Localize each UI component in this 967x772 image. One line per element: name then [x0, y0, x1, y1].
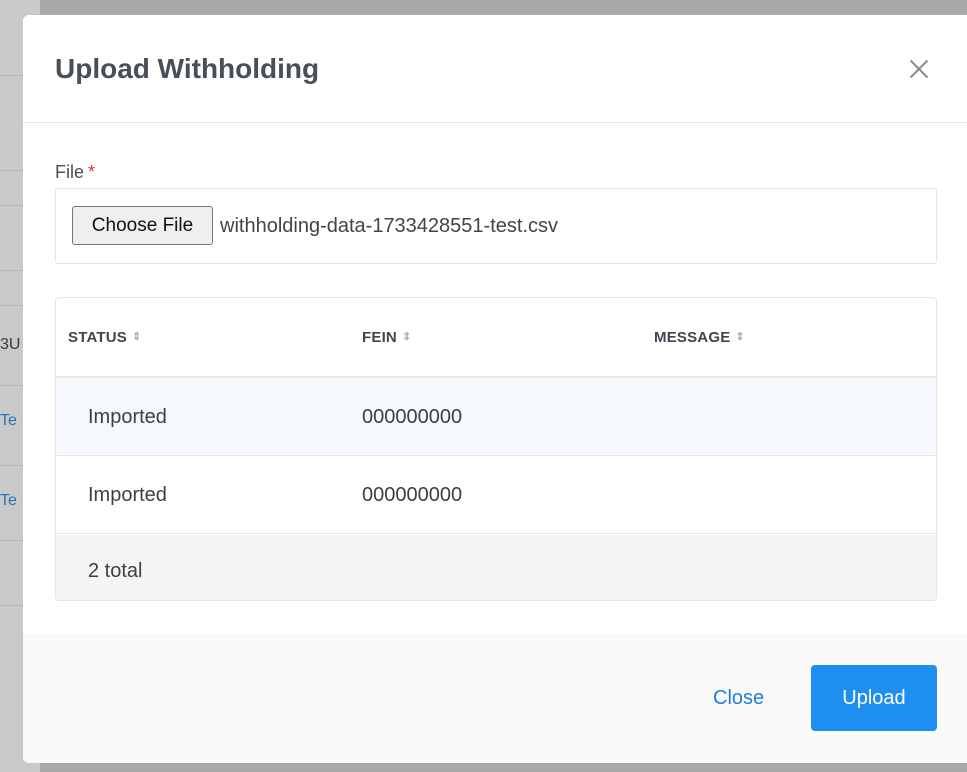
- bg-link[interactable]: Te: [0, 412, 17, 430]
- table-row: Imported 000000000: [56, 378, 936, 456]
- selected-file-name: withholding-data-1733428551-test.csv: [220, 215, 558, 237]
- column-header-status[interactable]: STATUS ⇕: [68, 329, 141, 346]
- modal-title: Upload Withholding: [55, 53, 320, 84]
- column-header-message[interactable]: MESSAGE ⇕: [654, 329, 745, 346]
- cell-status: Imported: [88, 484, 167, 506]
- table-header: STATUS ⇕ FEIN ⇕ MESSAGE ⇕: [56, 298, 936, 378]
- bg-column-header: 3U: [0, 336, 21, 353]
- upload-button[interactable]: Upload: [811, 665, 937, 731]
- sort-updown-icon[interactable]: ⇕: [735, 330, 744, 343]
- column-label: FEIN: [362, 329, 397, 346]
- sort-updown-icon[interactable]: ⇕: [132, 330, 141, 343]
- choose-file-button[interactable]: Choose File: [72, 206, 213, 245]
- cell-fein: 000000000: [362, 406, 463, 428]
- file-input-box: Choose File withholding-data-1733428551-…: [55, 188, 937, 264]
- table-row: Imported 000000000: [56, 456, 936, 534]
- file-label-text: File: [55, 162, 85, 182]
- import-results-table: STATUS ⇕ FEIN ⇕ MESSAGE ⇕ Imported 00000000…: [55, 297, 937, 601]
- required-mark: *: [88, 162, 96, 182]
- file-field-label: File *: [55, 162, 95, 183]
- cell-status: Imported: [88, 406, 167, 428]
- table-footer: 2 total: [56, 535, 936, 600]
- total-count: 2 total: [88, 560, 143, 582]
- upload-withholding-modal: Upload Withholding File * Choose File wit…: [23, 15, 967, 763]
- sort-updown-icon[interactable]: ⇕: [402, 330, 411, 343]
- cell-fein: 000000000: [362, 484, 463, 506]
- column-label: MESSAGE: [654, 329, 731, 346]
- column-label: STATUS: [68, 329, 127, 346]
- column-header-fein[interactable]: FEIN ⇕: [362, 329, 411, 346]
- modal-header: Upload Withholding: [23, 15, 967, 123]
- close-button[interactable]: Close: [713, 687, 764, 710]
- bg-link[interactable]: Te: [0, 492, 17, 510]
- close-icon[interactable]: [907, 57, 931, 81]
